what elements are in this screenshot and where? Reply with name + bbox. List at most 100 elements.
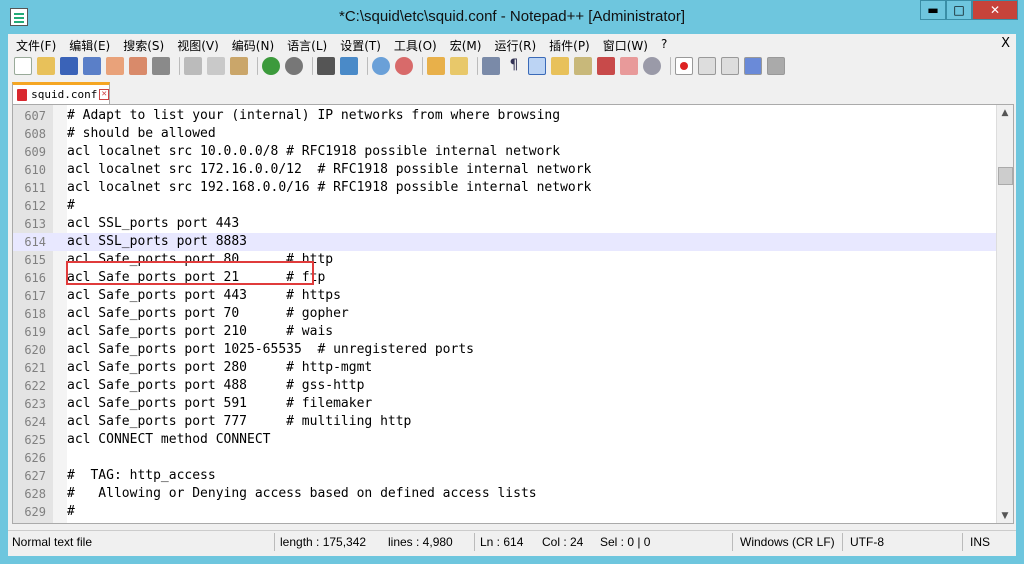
scroll-up-icon[interactable]: ▲ bbox=[997, 105, 1013, 122]
status-bar: Normal text file length : 175,342 lines … bbox=[8, 530, 1016, 552]
menu-view[interactable]: 视图(V) bbox=[169, 34, 224, 54]
menu-edit[interactable]: 编辑(E) bbox=[61, 34, 115, 54]
editor-line[interactable]: 624 acl Safe_ports port 777 # multiling h… bbox=[13, 413, 997, 431]
editor-line[interactable]: 620 acl Safe_ports port 1025-65535 # unre… bbox=[13, 341, 997, 359]
status-separator bbox=[732, 533, 733, 551]
menu-window[interactable]: 窗口(W) bbox=[595, 34, 653, 54]
replace-icon[interactable] bbox=[340, 57, 358, 75]
open-file-icon[interactable] bbox=[37, 57, 55, 75]
status-mode: INS bbox=[970, 535, 991, 549]
scroll-down-icon[interactable]: ▼ bbox=[997, 508, 1013, 523]
tab-squid-conf[interactable]: squid.conf ✕ bbox=[12, 82, 110, 104]
editor-line[interactable]: 618 acl Safe_ports port 70 # gopher bbox=[13, 305, 997, 323]
close-file-icon[interactable] bbox=[106, 57, 124, 75]
editor-line[interactable]: 621 acl Safe_ports port 280 # http-mgmt bbox=[13, 359, 997, 377]
menu-tools[interactable]: 工具(O) bbox=[386, 34, 442, 54]
editor-line[interactable]: 610 acl localnet src 172.16.0.0/12 # RFC1… bbox=[13, 161, 997, 179]
record-macro-icon[interactable] bbox=[675, 57, 693, 75]
zoom-in-icon[interactable] bbox=[372, 57, 390, 75]
text-editor[interactable]: 607 # Adapt to list your (internal) IP ne… bbox=[12, 104, 1014, 524]
menu-macro[interactable]: 宏(M) bbox=[442, 34, 487, 54]
line-text: # bbox=[67, 198, 75, 213]
editor-line[interactable]: 609 acl localnet src 10.0.0.0/8 # RFC1918… bbox=[13, 143, 997, 161]
status-separator bbox=[474, 533, 475, 551]
editor-line[interactable]: 628 # Allowing or Denying access based on… bbox=[13, 485, 997, 503]
editor-lines: 607 # Adapt to list your (internal) IP ne… bbox=[13, 107, 997, 523]
scroll-thumb[interactable] bbox=[998, 167, 1013, 185]
monitoring-icon[interactable] bbox=[643, 57, 661, 75]
editor-line[interactable]: 627 # TAG: http_access bbox=[13, 467, 997, 485]
redo-icon[interactable] bbox=[285, 57, 303, 75]
editor-line[interactable]: 612 # bbox=[13, 197, 997, 215]
document-close-button[interactable]: X bbox=[1001, 36, 1010, 51]
status-separator bbox=[962, 533, 963, 551]
zoom-out-icon[interactable] bbox=[395, 57, 413, 75]
folder-workspace-icon[interactable] bbox=[620, 57, 638, 75]
play-macro-icon[interactable] bbox=[721, 57, 739, 75]
editor-line[interactable]: 623 acl Safe_ports port 591 # filemaker bbox=[13, 395, 997, 413]
editor-line[interactable]: 607 # Adapt to list your (internal) IP ne… bbox=[13, 107, 997, 125]
tab-close-icon[interactable]: ✕ bbox=[99, 89, 109, 100]
status-lines: lines : 4,980 bbox=[388, 535, 453, 549]
user-language-icon[interactable] bbox=[551, 57, 569, 75]
sync-horizontal-icon[interactable] bbox=[450, 57, 468, 75]
vertical-scrollbar[interactable]: ▲ ▼ bbox=[996, 105, 1013, 523]
show-all-chars-icon[interactable]: ¶ bbox=[505, 57, 523, 75]
editor-line[interactable]: 608 # should be allowed bbox=[13, 125, 997, 143]
editor-line[interactable]: 625 acl CONNECT method CONNECT bbox=[13, 431, 997, 449]
menu-search[interactable]: 搜索(S) bbox=[115, 34, 169, 54]
line-number: 628 bbox=[24, 487, 46, 501]
print-icon[interactable] bbox=[152, 57, 170, 75]
editor-line[interactable]: 613 acl SSL_ports port 443 bbox=[13, 215, 997, 233]
title-bar[interactable]: *C:\squid\etc\squid.conf - Notepad++ [Ad… bbox=[0, 0, 1024, 34]
close-button[interactable]: ✕ bbox=[972, 0, 1018, 20]
menu-help[interactable]: ? bbox=[653, 34, 672, 54]
editor-line[interactable]: 614 acl SSL_ports port 8883 bbox=[13, 233, 997, 251]
menu-run[interactable]: 运行(R) bbox=[486, 34, 541, 54]
save-icon[interactable] bbox=[60, 57, 78, 75]
doc-map-icon[interactable] bbox=[574, 57, 592, 75]
toolbar-separator bbox=[367, 57, 368, 75]
run-macro-multiple-icon[interactable] bbox=[744, 57, 762, 75]
find-icon[interactable] bbox=[317, 57, 335, 75]
line-text: acl CONNECT method CONNECT bbox=[67, 432, 271, 447]
editor-line[interactable]: 611 acl localnet src 192.168.0.0/16 # RFC… bbox=[13, 179, 997, 197]
word-wrap-icon[interactable] bbox=[482, 57, 500, 75]
menu-language[interactable]: 语言(L) bbox=[279, 34, 332, 54]
new-file-icon[interactable] bbox=[14, 57, 32, 75]
window-title: *C:\squid\etc\squid.conf - Notepad++ [Ad… bbox=[338, 8, 685, 25]
status-encoding: UTF-8 bbox=[850, 535, 884, 549]
save-all-icon[interactable] bbox=[83, 57, 101, 75]
editor-line[interactable]: 619 acl Safe_ports port 210 # wais bbox=[13, 323, 997, 341]
editor-line[interactable]: 626 bbox=[13, 449, 997, 467]
editor-line[interactable]: 622 acl Safe_ports port 488 # gss-http bbox=[13, 377, 997, 395]
editor-line[interactable]: 629 # bbox=[13, 503, 997, 521]
line-number: 627 bbox=[24, 469, 46, 483]
menu-file[interactable]: 文件(F) bbox=[8, 34, 61, 54]
menu-settings[interactable]: 设置(T) bbox=[332, 34, 386, 54]
cut-icon[interactable] bbox=[184, 57, 202, 75]
line-text: # bbox=[67, 504, 75, 519]
undo-icon[interactable] bbox=[262, 57, 280, 75]
editor-line[interactable]: 617 acl Safe_ports port 443 # https bbox=[13, 287, 997, 305]
line-number: 621 bbox=[24, 361, 46, 375]
line-text: acl localnet src 192.168.0.0/16 # RFC191… bbox=[67, 180, 592, 195]
minimize-button[interactable]: ▬ bbox=[920, 0, 946, 20]
copy-icon[interactable] bbox=[207, 57, 225, 75]
function-list-icon[interactable] bbox=[597, 57, 615, 75]
menu-bar: 文件(F) 编辑(E) 搜索(S) 视图(V) 编码(N) 语言(L) 设置(T… bbox=[8, 34, 1016, 54]
paste-icon[interactable] bbox=[230, 57, 248, 75]
editor-line[interactable]: 630 # Access to the HTTP port: bbox=[13, 521, 997, 523]
line-text: acl localnet src 172.16.0.0/12 # RFC1918… bbox=[67, 162, 592, 177]
save-macro-icon[interactable] bbox=[767, 57, 785, 75]
indent-guide-icon[interactable] bbox=[528, 57, 546, 75]
sync-vertical-icon[interactable] bbox=[427, 57, 445, 75]
menu-plugins[interactable]: 插件(P) bbox=[541, 34, 595, 54]
toolbar-separator bbox=[312, 57, 313, 75]
maximize-icon: □ bbox=[953, 3, 965, 17]
maximize-button[interactable]: □ bbox=[946, 0, 972, 20]
menu-encoding[interactable]: 编码(N) bbox=[224, 34, 279, 54]
stop-macro-icon[interactable] bbox=[698, 57, 716, 75]
highlight-annotation-box bbox=[66, 261, 314, 285]
close-all-icon[interactable] bbox=[129, 57, 147, 75]
